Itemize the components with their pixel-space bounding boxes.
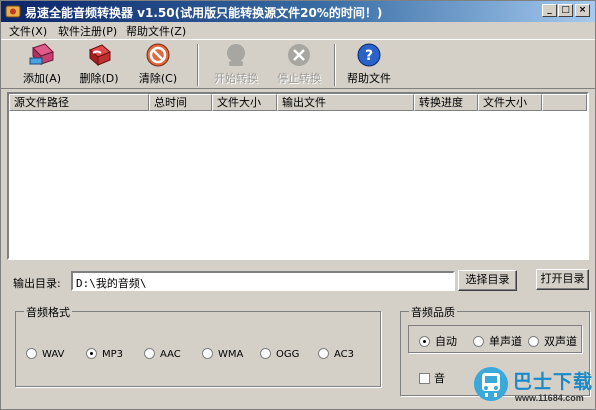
quality-stereo-label: 双声道 [544, 335, 577, 348]
start-convert-button[interactable]: 开始转换 [211, 42, 261, 88]
list-header: 源文件路径 总时间 文件大小 输出文件 转换进度 文件大小 [9, 94, 587, 111]
menu-bar: 文件(X) 软件注册(P) 帮助文件(Z) [1, 22, 595, 38]
format-mp3-radio[interactable]: MP3 [86, 348, 123, 360]
delete-label: 删除(D) [79, 72, 119, 85]
format-aac-radio[interactable]: AAC [144, 348, 181, 360]
audio-quality-title: 音频品质 [409, 304, 457, 320]
radio-dot [528, 336, 539, 347]
watermark: 巴士下载 www.11684.com [471, 361, 596, 410]
minimize-button[interactable]: _ [542, 4, 557, 17]
column-file-size[interactable]: 文件大小 [212, 94, 277, 111]
format-aac-label: AAC [160, 349, 181, 360]
column-output-file[interactable]: 输出文件 [277, 94, 414, 111]
watermark-name: 巴士下载 [513, 371, 594, 393]
file-list[interactable]: 源文件路径 总时间 文件大小 输出文件 转换进度 文件大小 [7, 92, 589, 260]
maximize-button[interactable]: □ [558, 4, 573, 17]
channel-frame: 自动 单声道 双声道 [408, 325, 582, 353]
stop-convert-label: 停止转换 [277, 72, 321, 85]
format-wav-label: WAV [42, 349, 65, 360]
column-output-size[interactable]: 文件大小 [478, 94, 542, 111]
format-wma-label: WMA [218, 349, 244, 360]
radio-dot [260, 348, 271, 359]
output-dir-label: 输出目录: [13, 277, 61, 290]
svg-text:?: ? [365, 48, 373, 64]
format-mp3-label: MP3 [102, 349, 124, 360]
radio-dot [26, 348, 37, 359]
start-convert-icon [227, 44, 245, 66]
clear-label: 清除(C) [138, 72, 178, 85]
add-button[interactable]: 添加(A) [17, 42, 67, 88]
delete-eraser-icon [89, 44, 111, 67]
choose-dir-button[interactable]: 选择目录 [458, 270, 517, 291]
quality-checkbox-label: 音 [434, 372, 445, 385]
column-total-time[interactable]: 总时间 [149, 94, 212, 111]
audio-format-group: 音频格式 WAV MP3 AAC WMA OGG AC3 [15, 304, 381, 387]
radio-dot-selected [419, 336, 430, 347]
watermark-url: www.11684.com [515, 393, 584, 403]
column-source-path[interactable]: 源文件路径 [9, 94, 149, 111]
radio-dot-selected [86, 348, 97, 359]
quality-mono-radio[interactable]: 单声道 [473, 333, 522, 349]
add-eraser-icon [29, 43, 54, 66]
title-bar[interactable]: 易速全能音频转换器 v1.50(试用版只能转换源文件20%的时间！) _ □ × [1, 1, 595, 22]
audio-format-title: 音频格式 [24, 304, 72, 320]
radio-dot [202, 348, 213, 359]
stop-convert-button[interactable]: 停止转换 [274, 42, 324, 88]
checkbox-box [419, 373, 430, 384]
format-ac3-label: AC3 [334, 349, 355, 360]
app-icon [5, 5, 21, 18]
help-label: 帮助文件 [347, 72, 391, 85]
clear-circle-icon [146, 43, 170, 67]
open-dir-button[interactable]: 打开目录 [536, 269, 589, 290]
main-window: 易速全能音频转换器 v1.50(试用版只能转换源文件20%的时间！) _ □ ×… [0, 0, 596, 410]
radio-dot [318, 348, 329, 359]
close-button[interactable]: × [575, 4, 590, 17]
start-convert-label: 开始转换 [214, 72, 258, 85]
clear-button[interactable]: 清除(C) [133, 42, 183, 88]
delete-button[interactable]: 删除(D) [74, 42, 124, 88]
bus-logo-icon [474, 367, 508, 401]
format-wav-radio[interactable]: WAV [26, 348, 64, 360]
quality-auto-radio[interactable]: 自动 [419, 333, 457, 349]
help-button[interactable]: ? 帮助文件 [344, 42, 394, 88]
toolbar-separator [334, 44, 336, 86]
radio-dot [473, 336, 484, 347]
quality-stereo-radio[interactable]: 双声道 [528, 333, 577, 349]
add-label: 添加(A) [22, 72, 62, 85]
quality-checkbox[interactable]: 音 [419, 370, 445, 386]
format-ogg-label: OGG [276, 349, 300, 360]
menu-register[interactable]: 软件注册(P) [58, 23, 117, 39]
quality-mono-label: 单声道 [489, 335, 522, 348]
menu-help[interactable]: 帮助文件(Z) [126, 23, 186, 39]
column-progress[interactable]: 转换进度 [414, 94, 478, 111]
radio-dot [144, 348, 155, 359]
quality-auto-label: 自动 [435, 335, 457, 348]
format-ac3-radio[interactable]: AC3 [318, 348, 354, 360]
stop-convert-icon [288, 44, 310, 66]
column-filler [542, 94, 587, 111]
output-dir-field[interactable]: D:\我的音频\ [71, 271, 455, 291]
toolbar: 添加(A) 删除(D) 清除(C) 开始转换 停止转换 ? 帮助文件 [1, 39, 595, 89]
help-question-icon: ? [357, 43, 381, 67]
toolbar-separator [197, 44, 199, 86]
format-wma-radio[interactable]: WMA [202, 348, 243, 360]
window-title: 易速全能音频转换器 v1.50(试用版只能转换源文件20%的时间！) [25, 6, 383, 20]
format-ogg-radio[interactable]: OGG [260, 348, 299, 360]
menu-file[interactable]: 文件(X) [9, 23, 47, 39]
